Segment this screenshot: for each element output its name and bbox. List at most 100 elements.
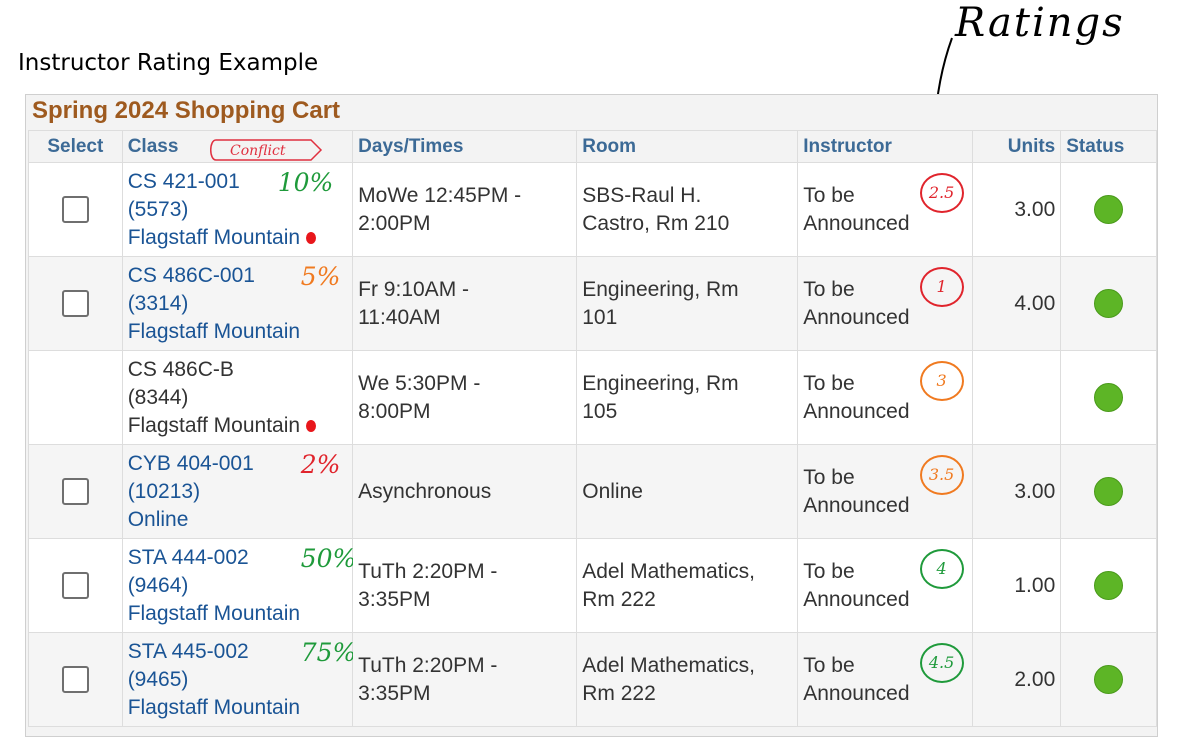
- header-days-times: Days/Times: [352, 130, 578, 163]
- room-cell: Adel Mathematics, Rm 222: [576, 632, 799, 727]
- days-times-line-2: 11:40AM: [358, 305, 441, 329]
- days-times-line-2: 2:00PM: [358, 211, 431, 235]
- room-cell: Adel Mathematics, Rm 222: [576, 538, 799, 633]
- room-line-2: 105: [582, 399, 618, 423]
- select-checkbox[interactable]: [61, 196, 89, 224]
- select-checkbox[interactable]: [61, 666, 89, 694]
- room-cell: Engineering, Rm 101: [576, 256, 799, 351]
- instructor-line-2: Announced: [803, 399, 910, 423]
- status-open-icon: [1094, 665, 1124, 694]
- class-campus[interactable]: Flagstaff Mountain: [128, 694, 347, 722]
- instructor-line-2: Announced: [803, 211, 910, 235]
- class-cell[interactable]: CS 421-001 (5573) Flagstaff Mountain 10%: [121, 162, 354, 257]
- class-campus: Flagstaff Mountain: [128, 412, 347, 440]
- table-header-row: Select Class Days/Times Room Instructor …: [28, 130, 1157, 163]
- days-times-line-1: We 5:30PM -: [358, 371, 481, 395]
- table-row: STA 445-002 (9465) Flagstaff Mountain 75…: [28, 632, 1157, 727]
- select-cell: [28, 538, 123, 633]
- status-cell: [1060, 256, 1157, 351]
- days-times-line-1: TuTh 2:20PM -: [358, 653, 498, 677]
- status-open-icon: [1094, 289, 1124, 318]
- rating-annotation: 4: [919, 549, 964, 589]
- class-campus[interactable]: Flagstaff Mountain: [128, 318, 347, 346]
- room-line-1: Adel Mathematics,: [582, 559, 755, 583]
- rating-annotation: 3.5: [919, 455, 964, 495]
- status-cell: [1060, 162, 1157, 257]
- days-times-line-1: TuTh 2:20PM -: [358, 559, 498, 583]
- instructor-line-2: Announced: [803, 681, 910, 705]
- days-times-cell: We 5:30PM - 8:00PM: [352, 350, 578, 445]
- table-row: CS 486C-001 (3314) Flagstaff Mountain 5%…: [28, 256, 1157, 351]
- class-number[interactable]: (3314): [128, 290, 347, 318]
- units-cell: [971, 350, 1062, 445]
- class-campus-label[interactable]: Flagstaff Mountain: [128, 320, 300, 343]
- instructor-line-2: Announced: [803, 493, 910, 517]
- status-open-icon: [1094, 195, 1124, 224]
- status-open-icon: [1094, 383, 1124, 412]
- instructor-cell: To be Announced 1: [797, 256, 973, 351]
- instructor-cell: To be Announced 4.5: [797, 632, 973, 727]
- table-row: STA 444-002 (9464) Flagstaff Mountain 50…: [28, 538, 1157, 633]
- room-line-2: Castro, Rm 210: [582, 211, 730, 235]
- conflict-annotation: Conflict: [210, 139, 323, 161]
- header-class-label: Class: [127, 135, 179, 157]
- select-checkbox[interactable]: [61, 290, 89, 318]
- page-caption: Instructor Rating Example: [18, 50, 319, 76]
- header-room: Room: [576, 130, 799, 163]
- class-cell[interactable]: CYB 404-001 (10213) Online 2%: [121, 444, 354, 539]
- shopping-cart-panel: Spring 2024 Shopping Cart Select Class D…: [25, 94, 1158, 737]
- table-row: CS 486C-B (8344) Flagstaff Mountain We 5…: [28, 350, 1157, 445]
- percent-annotation: 10%: [277, 168, 334, 197]
- class-number[interactable]: (9465): [128, 666, 347, 694]
- header-select: Select: [28, 130, 123, 163]
- select-checkbox[interactable]: [61, 572, 89, 600]
- class-number[interactable]: (9464): [128, 572, 347, 600]
- rating-annotation: 3: [919, 361, 964, 401]
- room-line-1: Online: [582, 479, 643, 503]
- room-line-2: Rm 222: [582, 681, 656, 705]
- units-cell: 3.00: [971, 162, 1062, 257]
- class-number[interactable]: (10213): [128, 478, 347, 506]
- ratings-annotation: Ratings: [955, 0, 1125, 46]
- status-cell: [1060, 350, 1157, 445]
- room-cell: Engineering, Rm 105: [576, 350, 799, 445]
- units-cell: 3.00: [971, 444, 1062, 539]
- instructor-line-2: Announced: [803, 305, 910, 329]
- class-campus-label[interactable]: Online: [128, 508, 189, 531]
- select-cell: [28, 350, 123, 445]
- class-cell[interactable]: STA 444-002 (9464) Flagstaff Mountain 50…: [121, 538, 356, 633]
- status-open-icon: [1094, 477, 1124, 506]
- select-cell: [28, 256, 123, 351]
- class-campus-label[interactable]: Flagstaff Mountain: [128, 226, 300, 249]
- cart-table: Select Class Days/Times Room Instructor …: [28, 130, 1157, 727]
- class-campus[interactable]: Online: [128, 506, 347, 534]
- percent-annotation: 75%: [300, 638, 357, 667]
- class-cell[interactable]: STA 445-002 (9465) Flagstaff Mountain 75…: [121, 632, 356, 727]
- days-times-cell: Fr 9:10AM - 11:40AM: [352, 256, 578, 351]
- days-times-line-2: 3:35PM: [358, 587, 431, 611]
- units-cell: 4.00: [971, 256, 1062, 351]
- select-cell: [28, 632, 123, 727]
- status-cell: [1060, 444, 1157, 539]
- class-campus-label[interactable]: Flagstaff Mountain: [128, 602, 300, 625]
- room-line-1: Adel Mathematics,: [582, 653, 755, 677]
- class-number[interactable]: (5573): [128, 196, 347, 224]
- percent-annotation: 50%: [300, 544, 357, 573]
- class-cell[interactable]: CS 486C-001 (3314) Flagstaff Mountain 5%: [121, 256, 354, 351]
- room-cell: SBS-Raul H. Castro, Rm 210: [576, 162, 799, 257]
- class-campus-label[interactable]: Flagstaff Mountain: [128, 696, 300, 719]
- status-cell: [1060, 538, 1157, 633]
- conflict-dot-icon: [306, 419, 317, 432]
- header-status: Status: [1060, 130, 1157, 163]
- class-campus[interactable]: Flagstaff Mountain: [128, 600, 347, 628]
- select-checkbox[interactable]: [61, 478, 89, 506]
- percent-annotation: 2%: [300, 450, 341, 479]
- instructor-cell: To be Announced 3: [797, 350, 973, 445]
- header-instructor: Instructor: [797, 130, 973, 163]
- class-campus[interactable]: Flagstaff Mountain: [128, 224, 347, 252]
- days-times-cell: Asynchronous: [352, 444, 578, 539]
- room-line-2: 101: [582, 305, 618, 329]
- room-line-1: Engineering, Rm: [582, 371, 739, 395]
- conflict-label: Conflict: [230, 143, 286, 159]
- cart-title: Spring 2024 Shopping Cart: [32, 97, 341, 124]
